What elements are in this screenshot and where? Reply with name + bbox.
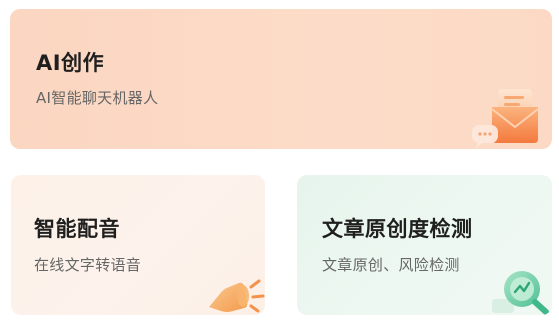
card-title: 文章原创度检测 [322, 217, 473, 241]
speaker-icon [209, 279, 265, 313]
magnifier-check-icon [492, 271, 549, 315]
card-title: AI创作 [36, 51, 105, 75]
originality-check-card[interactable]: 文章原创度检测 文章原创、风险检测 [297, 175, 552, 315]
ai-create-card[interactable]: AI创作 AI智能聊天机器人 [10, 9, 552, 149]
card-subtitle: 文章原创、风险检测 [322, 256, 460, 274]
feature-grid: AI创作 AI智能聊天机器人 智能配音 在线文字转语音 文章原创度检测 文章原创… [0, 0, 559, 329]
card-subtitle: 在线文字转语音 [34, 256, 142, 274]
card-subtitle: AI智能聊天机器人 [36, 89, 159, 107]
voice-dub-card[interactable]: 智能配音 在线文字转语音 [11, 175, 265, 315]
card-title: 智能配音 [34, 217, 120, 241]
envelope-chat-icon [472, 89, 539, 148]
